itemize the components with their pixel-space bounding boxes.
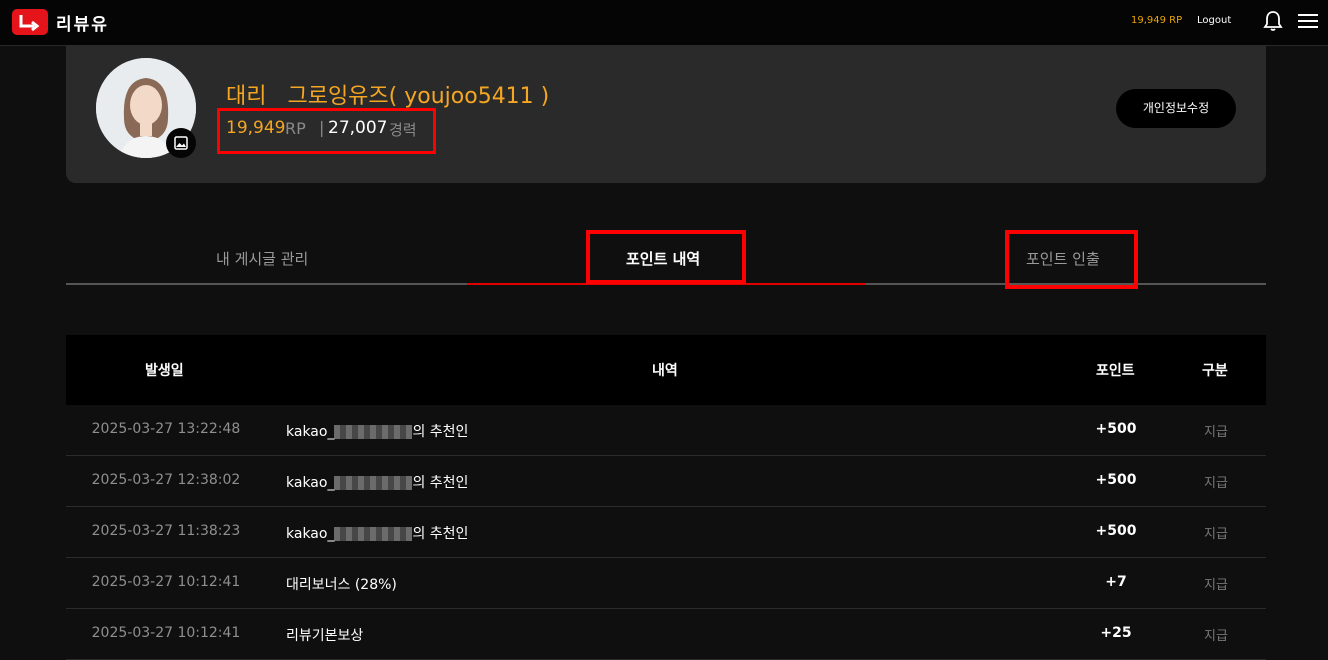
row-date: 2025-03-27 10:12:41 <box>91 625 241 641</box>
column-header-description: 내역 <box>652 363 678 379</box>
column-header-date: 발생일 <box>145 363 184 379</box>
menu-icon[interactable] <box>1298 13 1318 29</box>
top-navigation-bar: 리뷰유 19,949 RP Logout <box>0 0 1328 46</box>
rp-unit: RP <box>285 119 306 138</box>
column-header-type: 구분 <box>1202 363 1228 379</box>
row-points: +25 <box>1100 625 1132 641</box>
row-points: +500 <box>1095 421 1137 437</box>
table-row: 2025-03-27 10:12:41 리뷰기본보상 +25 지급 <box>66 609 1266 660</box>
row-points: +7 <box>1105 574 1127 590</box>
edit-profile-button[interactable]: 개인정보수정 <box>1116 89 1236 128</box>
tab-my-posts[interactable]: 내 게시글 관리 <box>216 248 308 269</box>
logout-link[interactable]: Logout <box>1197 15 1231 26</box>
table-header: 발생일 내역 포인트 구분 <box>66 335 1266 405</box>
table-row: 2025-03-27 10:12:41 대리보너스 (28%) +7 지급 <box>66 558 1266 609</box>
row-description: 리뷰기본보상 <box>286 628 364 644</box>
row-points: +500 <box>1095 523 1137 539</box>
redacted-username <box>334 476 413 490</box>
highlight-box-point-history <box>586 230 746 284</box>
row-description: kakao_ 의 추천인 <box>286 526 469 542</box>
image-upload-icon[interactable] <box>166 128 196 158</box>
point-history-table: 발생일 내역 포인트 구분 2025-03-27 13:22:48 kakao_… <box>66 335 1266 660</box>
highlight-box-point-withdraw <box>1005 230 1138 289</box>
row-type: 지급 <box>1204 425 1228 440</box>
tab-bar: 내 게시글 관리 포인트 내역 포인트 인출 <box>66 226 1266 289</box>
site-logo[interactable]: 리뷰유 <box>12 9 109 35</box>
experience-value: 27,007 <box>328 118 388 138</box>
profile-name: 대리 그로잉유즈( youjoo5411 ) <box>226 84 550 109</box>
row-description: 대리보너스 (28%) <box>286 577 397 593</box>
logo-icon <box>12 9 48 35</box>
row-date: 2025-03-27 13:22:48 <box>91 421 241 437</box>
row-date: 2025-03-27 11:38:23 <box>91 523 241 539</box>
row-type: 지급 <box>1204 578 1228 593</box>
row-description: kakao_ 의 추천인 <box>286 475 469 491</box>
table-row: 2025-03-27 12:38:02 kakao_ 의 추천인 +500 지급 <box>66 456 1266 507</box>
row-type: 지급 <box>1204 527 1228 542</box>
rp-value: 19,949 <box>226 118 286 138</box>
redacted-username <box>334 425 413 439</box>
profile-card: 대리 그로잉유즈( youjoo5411 ) 19,949 RP | 27,00… <box>66 46 1266 183</box>
logo-text: 리뷰유 <box>56 14 109 35</box>
row-date: 2025-03-27 10:12:41 <box>91 574 241 590</box>
row-type: 지급 <box>1204 476 1228 491</box>
table-row: 2025-03-27 13:22:48 kakao_ 의 추천인 +500 지급 <box>66 405 1266 456</box>
column-header-points: 포인트 <box>1096 363 1135 379</box>
redacted-username <box>334 527 413 541</box>
header-rp-balance: 19,949 RP <box>1131 15 1183 26</box>
row-points: +500 <box>1095 472 1137 488</box>
experience-unit: 경력 <box>389 121 417 139</box>
bell-icon[interactable] <box>1263 10 1283 32</box>
stats-separator: | <box>319 118 325 137</box>
table-row: 2025-03-27 11:38:23 kakao_ 의 추천인 +500 지급 <box>66 507 1266 558</box>
row-description: kakao_ 의 추천인 <box>286 424 469 440</box>
row-date: 2025-03-27 12:38:02 <box>91 472 241 488</box>
row-type: 지급 <box>1204 629 1228 644</box>
